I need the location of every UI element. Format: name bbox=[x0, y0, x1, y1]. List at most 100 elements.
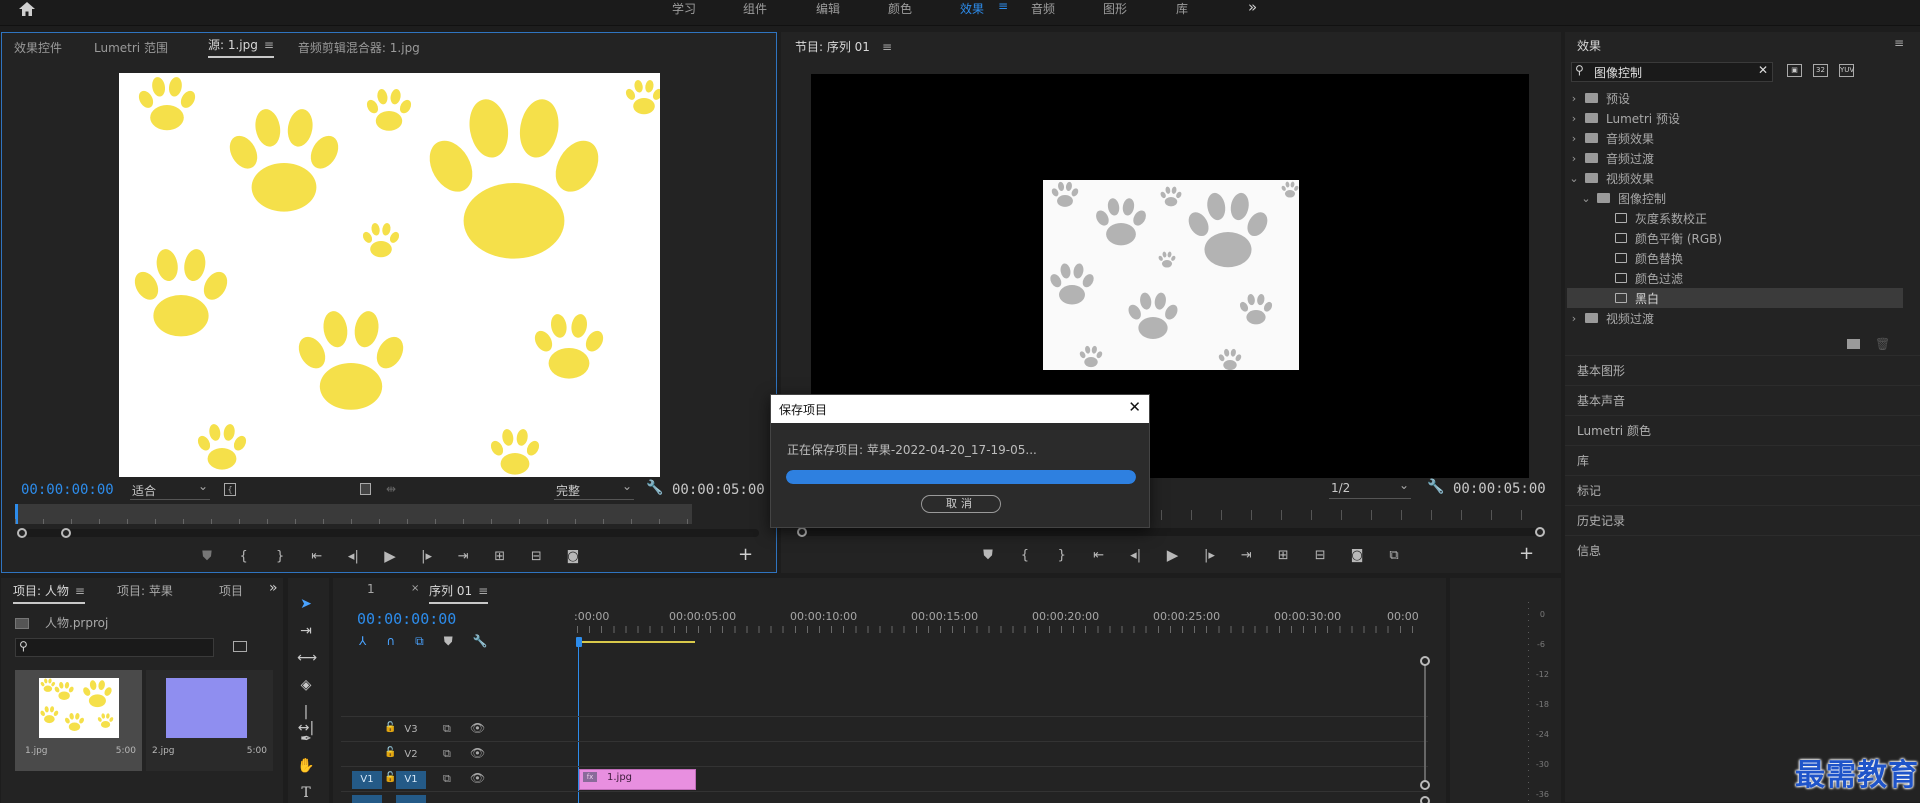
home-icon[interactable] bbox=[18, 1, 36, 17]
selection-tool-icon[interactable]: ➤ bbox=[297, 596, 315, 614]
mark-out-icon[interactable]: } bbox=[273, 549, 287, 564]
workspace-item-color[interactable]: 颜色 bbox=[888, 0, 912, 17]
project-item-2[interactable]: 2.jpg 5:00 bbox=[146, 670, 273, 771]
sync-lock-icon[interactable]: ⧉ bbox=[443, 747, 451, 761]
track-select-tool-icon[interactable]: ⇥ bbox=[297, 623, 315, 641]
quality-dropdown[interactable]: 完整 bbox=[554, 479, 634, 500]
tree-item-black-white[interactable]: 黑白 bbox=[1567, 288, 1903, 308]
zoom-handle-right[interactable] bbox=[1535, 527, 1545, 537]
workspace-menu-icon[interactable]: ≡ bbox=[998, 0, 1008, 13]
tab-sequence-1[interactable]: 1 bbox=[367, 582, 375, 596]
tab-effect-controls[interactable]: 效果控件 bbox=[14, 39, 62, 56]
panel-menu-icon[interactable]: ≡ bbox=[882, 40, 892, 54]
source-timecode[interactable]: 00:00:00:00 bbox=[21, 482, 114, 498]
effects-search-value[interactable]: 图像控制 bbox=[1594, 64, 1642, 81]
drag-video-icon[interactable]: ⇹ bbox=[386, 482, 396, 496]
razor-tool-icon[interactable]: ◈ bbox=[297, 677, 315, 695]
step-back-icon[interactable]: ◂| bbox=[1129, 548, 1143, 563]
source-patch-v1[interactable]: V1 bbox=[352, 771, 382, 789]
step-back-icon[interactable]: ◂| bbox=[346, 549, 360, 564]
zoom-handle-left[interactable] bbox=[17, 528, 27, 538]
source-scrub-bar[interactable] bbox=[15, 504, 692, 524]
panel-lumetri-color[interactable]: Lumetri 颜色 bbox=[1565, 415, 1920, 445]
step-forward-icon[interactable]: |▸ bbox=[420, 549, 434, 564]
vscroll-handle-bottom[interactable] bbox=[1420, 780, 1430, 790]
eye-icon[interactable]: 👁 bbox=[470, 746, 485, 760]
tab-lumetri-scopes[interactable]: Lumetri 范围 bbox=[94, 39, 168, 56]
yuv-effects-icon[interactable]: YUV bbox=[1839, 64, 1854, 77]
snap-icon[interactable]: ∩ bbox=[386, 634, 395, 650]
track-label-v3[interactable]: V3 bbox=[396, 721, 426, 739]
project-item-1[interactable]: 1.jpg 5:00 bbox=[15, 670, 142, 771]
tree-item-audio-effects[interactable]: › 音频效果 bbox=[1567, 128, 1903, 148]
panel-info[interactable]: 信息 bbox=[1565, 535, 1920, 565]
wrench-icon[interactable]: 🔧 bbox=[646, 480, 663, 496]
wrench-icon[interactable]: 🔧 bbox=[473, 634, 488, 650]
chevron-right-icon[interactable]: › bbox=[1567, 132, 1581, 145]
tree-item-color-balance-rgb[interactable]: 颜色平衡 (RGB) bbox=[1567, 228, 1903, 248]
button-editor-plus-icon[interactable]: + bbox=[1519, 543, 1534, 564]
mark-in-icon[interactable]: { bbox=[1018, 548, 1032, 563]
new-bin-icon[interactable] bbox=[1847, 339, 1860, 349]
linked-selection-icon[interactable]: ⧉ bbox=[415, 634, 424, 650]
tab-sequence-01[interactable]: 序列 01 ≡ bbox=[429, 582, 489, 604]
clear-search-icon[interactable]: ✕ bbox=[1758, 63, 1768, 77]
panel-history[interactable]: 历史记录 bbox=[1565, 505, 1920, 535]
timeline-playhead-marker[interactable] bbox=[576, 637, 582, 647]
track-label-v2[interactable]: V2 bbox=[396, 746, 426, 764]
extract-icon[interactable]: ⊟ bbox=[1313, 548, 1327, 563]
type-tool-icon[interactable]: T bbox=[297, 785, 315, 803]
add-marker-icon[interactable]: ⛊ bbox=[981, 548, 995, 563]
tab-audio-clip-mixer[interactable]: 音频剪辑混合器: 1.jpg bbox=[298, 39, 420, 56]
tree-item-gamma-correction[interactable]: 灰度系数校正 bbox=[1567, 208, 1903, 228]
timeline-timecode[interactable]: 00:00:00:00 bbox=[357, 610, 456, 628]
workspace-item-audio[interactable]: 音频 bbox=[1031, 0, 1055, 17]
lock-icon[interactable]: 🔓 bbox=[384, 722, 396, 733]
source-zoom-bar[interactable] bbox=[17, 528, 759, 538]
overwrite-icon[interactable]: ⊟ bbox=[529, 549, 543, 564]
tree-item-image-control[interactable]: ⌄ 图像控制 bbox=[1567, 188, 1903, 208]
mark-out-icon[interactable]: } bbox=[1055, 548, 1069, 563]
32bit-effects-icon[interactable]: 32 bbox=[1813, 64, 1828, 77]
ripple-edit-tool-icon[interactable]: ⟷ bbox=[297, 650, 317, 668]
chevron-right-icon[interactable]: › bbox=[1567, 112, 1581, 125]
sync-lock-icon[interactable]: ⧉ bbox=[443, 772, 451, 786]
panel-menu-icon[interactable]: ≡ bbox=[478, 584, 488, 598]
tab-project-apple[interactable]: 项目: 苹果 bbox=[117, 582, 173, 599]
chevron-right-icon[interactable]: › bbox=[1567, 312, 1581, 325]
compare-view-icon[interactable]: ⧉ bbox=[1387, 548, 1401, 563]
close-icon[interactable]: ✕ bbox=[1128, 398, 1141, 416]
panel-menu-icon[interactable]: ≡ bbox=[264, 38, 274, 52]
camera-icon[interactable]: ◙ bbox=[566, 549, 580, 564]
vscroll-handle-bottom-2[interactable] bbox=[1420, 796, 1430, 803]
tree-item-color-replace[interactable]: 颜色替换 bbox=[1567, 248, 1903, 268]
timeline-ruler[interactable]: :00:00 00:00:05:00 00:00:10:00 00:00:15:… bbox=[574, 606, 1420, 650]
workspace-item-editing[interactable]: 编辑 bbox=[816, 0, 840, 17]
fit-dropdown[interactable]: 适合 bbox=[130, 479, 210, 500]
panel-essential-sound[interactable]: 基本声音 bbox=[1565, 385, 1920, 415]
resolution-dropdown[interactable]: 1/2 bbox=[1329, 478, 1411, 499]
close-tab-icon[interactable]: × bbox=[411, 583, 419, 594]
work-area-bar[interactable] bbox=[577, 641, 695, 643]
play-icon[interactable]: ▶ bbox=[383, 547, 397, 565]
pen-tool-icon[interactable]: ✒ bbox=[297, 731, 315, 749]
cancel-button[interactable]: 取消 bbox=[921, 495, 1001, 513]
tree-item-color-pass[interactable]: 颜色过滤 bbox=[1567, 268, 1903, 288]
sync-lock-icon[interactable]: ⧉ bbox=[443, 722, 451, 736]
panel-markers[interactable]: 标记 bbox=[1565, 475, 1920, 505]
delete-icon[interactable]: 🗑 bbox=[1875, 337, 1890, 351]
panel-menu-icon[interactable]: ≡ bbox=[75, 584, 85, 598]
program-zoom-bar[interactable] bbox=[797, 527, 1545, 537]
zoom-handle-right[interactable] bbox=[61, 528, 71, 538]
go-to-out-icon[interactable]: ⇥ bbox=[456, 549, 470, 564]
mark-in-icon[interactable]: { bbox=[237, 549, 251, 564]
chevron-down-icon[interactable]: ⌄ bbox=[1579, 192, 1593, 205]
add-marker-icon[interactable]: ⛊ bbox=[200, 549, 214, 564]
eye-icon[interactable]: 👁 bbox=[470, 771, 485, 785]
more-tabs-icon[interactable]: » bbox=[269, 580, 278, 596]
workspace-item-assembly[interactable]: 组件 bbox=[743, 0, 767, 17]
panel-essential-graphics[interactable]: 基本图形 bbox=[1565, 355, 1920, 385]
tab-project[interactable]: 项目 bbox=[219, 582, 243, 599]
button-editor-plus-icon[interactable]: + bbox=[738, 544, 753, 565]
tree-item-video-transitions[interactable]: › 视频过渡 bbox=[1567, 308, 1903, 328]
